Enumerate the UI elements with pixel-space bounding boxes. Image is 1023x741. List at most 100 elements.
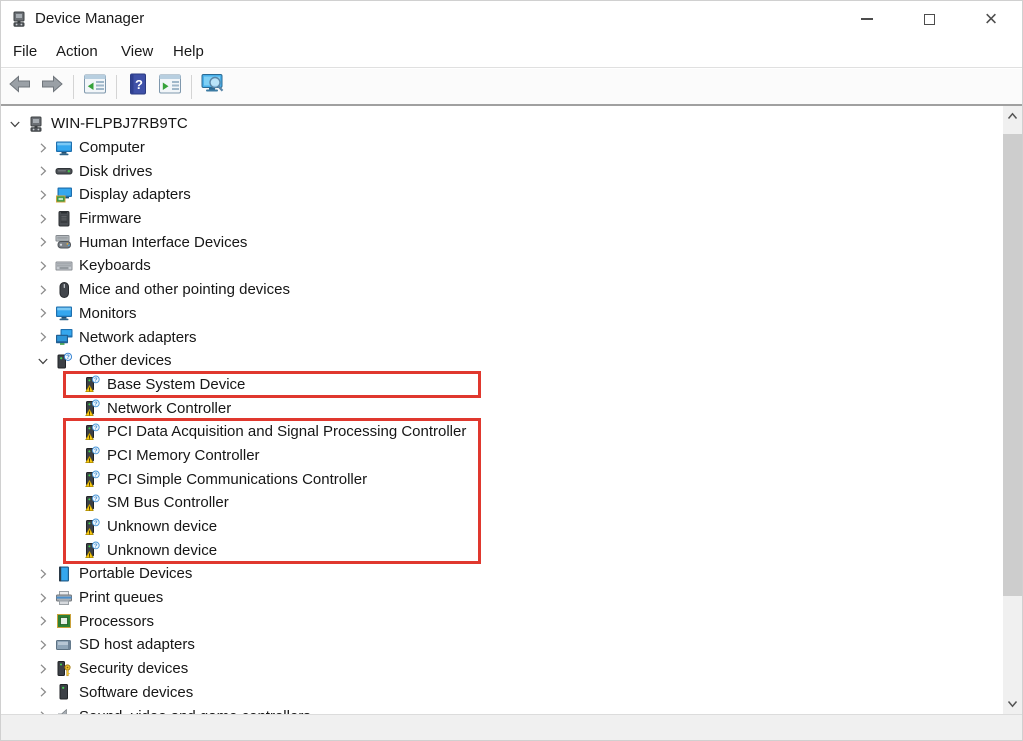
chevron-right-icon[interactable]	[33, 706, 53, 714]
portable-device-icon	[55, 565, 73, 583]
chevron-right-icon[interactable]	[33, 682, 53, 702]
tree-item-pci-simple-communications-controller[interactable]: ? PCI Simple Communications Controller	[1, 467, 1005, 491]
tree-item-unknown-device[interactable]: ? Unknown device	[1, 515, 1005, 539]
tree-item-base-system-device[interactable]: ? Base System Device	[1, 373, 1005, 397]
chevron-right-icon[interactable]	[33, 564, 53, 584]
tree-item-label: Firmware	[79, 210, 142, 227]
chevron-right-icon[interactable]	[33, 280, 53, 300]
print-queue-icon	[55, 589, 73, 607]
tree-item-security-devices[interactable]: Security devices	[1, 657, 1005, 681]
minimize-button[interactable]	[836, 1, 898, 37]
close-icon: ×	[985, 8, 998, 30]
svg-text:?: ?	[94, 496, 98, 502]
tree-item-label: PCI Simple Communications Controller	[107, 471, 367, 488]
help-button[interactable]: ?	[123, 72, 153, 102]
tree-item-sound-video-and-game-controllers[interactable]: Sound, video and game controllers	[1, 704, 1005, 714]
tree-item-software-devices[interactable]: Software devices	[1, 681, 1005, 705]
tree-item-disk-drives[interactable]: Disk drives	[1, 159, 1005, 183]
maximize-button[interactable]	[898, 1, 960, 37]
chevron-right-icon[interactable]	[33, 232, 53, 252]
tree-item-label: Monitors	[79, 305, 137, 322]
tree-item-computer[interactable]: Computer	[1, 136, 1005, 160]
device-manager-icon	[10, 10, 28, 28]
vertical-scrollbar[interactable]	[1003, 106, 1022, 714]
tree-item-label: Portable Devices	[79, 565, 192, 582]
chevron-right-icon[interactable]	[33, 256, 53, 276]
properties-button[interactable]	[155, 72, 185, 102]
menu-action[interactable]: Action	[52, 37, 102, 67]
chevron-right-icon[interactable]	[33, 138, 53, 158]
tree-item-human-interface-devices[interactable]: Human Interface Devices	[1, 230, 1005, 254]
svg-text:?: ?	[94, 544, 98, 550]
chevron-right-icon[interactable]	[33, 161, 53, 181]
tree-item-label: Display adapters	[79, 186, 191, 203]
chevron-right-icon[interactable]	[33, 327, 53, 347]
tree-item-label: Base System Device	[107, 376, 245, 393]
tree-item-portable-devices[interactable]: Portable Devices	[1, 562, 1005, 586]
tree-item-print-queues[interactable]: Print queues	[1, 586, 1005, 610]
tree-item-label: Unknown device	[107, 518, 217, 535]
toolbar: ?	[1, 69, 1022, 106]
show-console-tree-button[interactable]	[80, 72, 110, 102]
monitor-icon	[55, 304, 73, 322]
menu-view[interactable]: View	[117, 37, 157, 67]
chevron-down-icon[interactable]	[33, 351, 53, 371]
svg-text:?: ?	[135, 77, 143, 92]
tree-item-label: Processors	[79, 613, 154, 630]
tree-item-unknown-device[interactable]: ?Unknown device	[1, 538, 1005, 562]
properties-icon	[158, 73, 182, 100]
tree-item-win-flpbj7rb9tc[interactable]: WIN-FLPBJ7RB9TC	[1, 112, 1005, 136]
close-button[interactable]: ×	[960, 1, 1022, 37]
tree-item-monitors[interactable]: Monitors	[1, 302, 1005, 326]
svg-text:?: ?	[94, 520, 98, 526]
scan-for-hardware-changes-button[interactable]	[198, 72, 228, 102]
scroll-up-button[interactable]	[1003, 106, 1022, 126]
minimize-icon	[861, 18, 873, 20]
chevron-down-icon[interactable]	[5, 114, 25, 134]
unknown-device-warning-icon: ?	[83, 446, 101, 464]
device-manager-icon	[27, 115, 45, 133]
tree-item-sm-bus-controller[interactable]: ?SM Bus Controller	[1, 491, 1005, 515]
unknown-device-warning-icon: ?	[83, 423, 101, 441]
tree-item-pci-data-acquisition-and-signal-processing-controller[interactable]: ? PCI Data Acquisition and Signal Process…	[1, 420, 1005, 444]
svg-text:?: ?	[94, 402, 98, 408]
tree-item-label: WIN-FLPBJ7RB9TC	[51, 115, 188, 132]
tree-item-display-adapters[interactable]: Display adapters	[1, 183, 1005, 207]
tree-item-label: Print queues	[79, 589, 163, 606]
tree-item-keyboards[interactable]: Keyboards	[1, 254, 1005, 278]
chevron-spacer	[61, 493, 81, 513]
tree-item-mice-and-other-pointing-devices[interactable]: Mice and other pointing devices	[1, 278, 1005, 302]
chevron-right-icon[interactable]	[33, 185, 53, 205]
chevron-right-icon[interactable]	[33, 659, 53, 679]
chevron-down-icon	[1007, 700, 1018, 708]
chevron-spacer	[61, 422, 81, 442]
chevron-right-icon[interactable]	[33, 303, 53, 323]
tree-item-network-controller[interactable]: ?Network Controller	[1, 396, 1005, 420]
scroll-down-button[interactable]	[1003, 694, 1022, 714]
chevron-right-icon[interactable]	[33, 611, 53, 631]
unknown-device-warning-icon: ?	[83, 518, 101, 536]
forward-button[interactable]	[37, 72, 67, 102]
tree-item-pci-memory-controller[interactable]: ?PCI Memory Controller	[1, 444, 1005, 468]
tree-item-sd-host-adapters[interactable]: SD host adapters	[1, 633, 1005, 657]
svg-text:?: ?	[94, 378, 98, 384]
tree-item-firmware[interactable]: Firmware	[1, 207, 1005, 231]
tree-item-other-devices[interactable]: ?Other devices	[1, 349, 1005, 373]
svg-text:?: ?	[94, 473, 98, 479]
chevron-right-icon[interactable]	[33, 635, 53, 655]
window-title: Device Manager	[35, 10, 144, 27]
menu-help[interactable]: Help	[169, 37, 208, 67]
tree-item-label: PCI Data Acquisition and Signal Processi…	[107, 423, 466, 440]
chevron-spacer	[61, 374, 81, 394]
mouse-icon	[55, 281, 73, 299]
processor-icon	[55, 612, 73, 630]
back-button[interactable]	[5, 72, 35, 102]
tree-item-network-adapters[interactable]: Network adapters	[1, 325, 1005, 349]
menu-file[interactable]: File	[9, 37, 41, 67]
maximize-icon	[924, 14, 935, 25]
tree-item-processors[interactable]: Processors	[1, 609, 1005, 633]
chevron-right-icon[interactable]	[33, 588, 53, 608]
scrollbar-thumb[interactable]	[1003, 134, 1022, 596]
chevron-right-icon[interactable]	[33, 209, 53, 229]
toolbar-separator	[191, 75, 192, 99]
